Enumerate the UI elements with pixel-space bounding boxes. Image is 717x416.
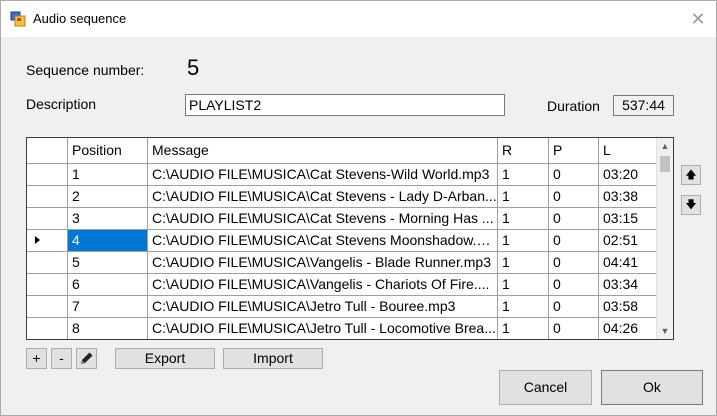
column-header-p[interactable]: P <box>549 138 599 163</box>
row-header-cell[interactable] <box>27 230 68 251</box>
table-row[interactable]: 8 C:\AUDIO FILE\MUSICA\Jetro Tull - Locom… <box>27 318 658 339</box>
cell-position[interactable]: 8 <box>68 318 148 339</box>
table-row[interactable]: 5 C:\AUDIO FILE\MUSICA\Vangelis - Blade R… <box>27 252 658 274</box>
cell-message[interactable]: C:\AUDIO FILE\MUSICA\Cat Stevens-Wild Wo… <box>148 164 498 185</box>
pencil-icon <box>78 352 95 370</box>
cell-l[interactable]: 02:51 <box>599 230 658 251</box>
cell-message[interactable]: C:\AUDIO FILE\MUSICA\Jetro Tull - Bouree… <box>148 296 498 317</box>
import-button[interactable]: Import <box>223 348 323 369</box>
cell-l[interactable]: 03:58 <box>599 296 658 317</box>
cell-position[interactable]: 1 <box>68 164 148 185</box>
cell-r[interactable]: 1 <box>498 318 549 339</box>
row-header-cell[interactable] <box>27 296 68 317</box>
row-header-cell[interactable] <box>27 208 68 229</box>
title-bar: Audio sequence ✕ <box>1 1 716 37</box>
cell-r[interactable]: 1 <box>498 164 549 185</box>
cell-r[interactable]: 1 <box>498 230 549 251</box>
cell-p[interactable]: 0 <box>549 296 599 317</box>
cell-l[interactable]: 03:20 <box>599 164 658 185</box>
table-row[interactable]: 4 C:\AUDIO FILE\MUSICA\Cat Stevens Moonsh… <box>27 230 658 252</box>
cell-position[interactable]: 4 <box>68 230 148 251</box>
column-header-message[interactable]: Message <box>148 138 498 163</box>
cell-message[interactable]: C:\AUDIO FILE\MUSICA\Jetro Tull - Locomo… <box>148 318 498 339</box>
column-header-r[interactable]: R <box>498 138 549 163</box>
cell-position[interactable]: 5 <box>68 252 148 273</box>
arrow-up-icon: 🡅 <box>685 169 697 181</box>
row-header-cell[interactable] <box>27 164 68 185</box>
cell-l[interactable]: 03:15 <box>599 208 658 229</box>
grid-vertical-scrollbar[interactable]: ▲ ▼ <box>656 138 673 339</box>
cell-p[interactable]: 0 <box>549 318 599 339</box>
column-header-l[interactable]: L <box>599 138 658 163</box>
scroll-up-icon[interactable]: ▲ <box>657 138 673 154</box>
table-row[interactable]: 1 C:\AUDIO FILE\MUSICA\Cat Stevens-Wild W… <box>27 164 658 186</box>
sequence-number-value: 5 <box>187 55 200 80</box>
cancel-button[interactable]: Cancel <box>499 370 592 405</box>
scroll-thumb[interactable] <box>660 156 670 172</box>
cell-message[interactable]: C:\AUDIO FILE\MUSICA\Cat Stevens - Morni… <box>148 208 498 229</box>
duration-label: Duration <box>547 98 600 114</box>
description-label: Description <box>26 96 97 112</box>
cell-l[interactable]: 04:41 <box>599 252 658 273</box>
move-up-button[interactable]: 🡅 <box>681 165 701 185</box>
row-header-cell[interactable] <box>27 274 68 295</box>
cell-position[interactable]: 7 <box>68 296 148 317</box>
app-window-icon <box>10 11 26 27</box>
cell-message[interactable]: C:\AUDIO FILE\MUSICA\Vangelis - Blade Ru… <box>148 252 498 273</box>
column-header-position[interactable]: Position <box>68 138 148 163</box>
table-row[interactable]: 7 C:\AUDIO FILE\MUSICA\Jetro Tull - Boure… <box>27 296 658 318</box>
row-header-cell[interactable] <box>27 318 68 339</box>
cell-message[interactable]: C:\AUDIO FILE\MUSICA\Cat Stevens Moonsha… <box>148 230 498 251</box>
cell-r[interactable]: 1 <box>498 296 549 317</box>
row-header-cell[interactable] <box>27 186 68 207</box>
row-header-corner <box>27 138 68 163</box>
cell-position[interactable]: 6 <box>68 274 148 295</box>
table-row[interactable]: 6 C:\AUDIO FILE\MUSICA\Vangelis - Chariot… <box>27 274 658 296</box>
row-pointer-icon <box>35 236 40 244</box>
remove-item-button[interactable]: - <box>51 348 72 369</box>
cell-p[interactable]: 0 <box>549 186 599 207</box>
ok-button[interactable]: Ok <box>601 370 703 405</box>
sequence-number-label: Sequence number: <box>26 62 145 78</box>
add-item-button[interactable]: + <box>26 348 47 369</box>
cell-message[interactable]: C:\AUDIO FILE\MUSICA\Vangelis - Chariots… <box>148 274 498 295</box>
scroll-down-icon[interactable]: ▼ <box>657 323 673 339</box>
export-button[interactable]: Export <box>115 348 215 369</box>
window-title: Audio sequence <box>33 11 127 26</box>
edit-item-button[interactable] <box>76 348 97 369</box>
cell-p[interactable]: 0 <box>549 252 599 273</box>
cell-r[interactable]: 1 <box>498 208 549 229</box>
row-header-cell[interactable] <box>27 252 68 273</box>
table-row[interactable]: 3 C:\AUDIO FILE\MUSICA\Cat Stevens - Morn… <box>27 208 658 230</box>
cell-position[interactable]: 2 <box>68 186 148 207</box>
duration-value: 537:44 <box>613 95 674 116</box>
cell-p[interactable]: 0 <box>549 274 599 295</box>
cell-p[interactable]: 0 <box>549 164 599 185</box>
cell-r[interactable]: 1 <box>498 252 549 273</box>
cell-position[interactable]: 3 <box>68 208 148 229</box>
move-down-button[interactable]: 🡇 <box>681 195 701 215</box>
cell-l[interactable]: 03:38 <box>599 186 658 207</box>
cell-message[interactable]: C:\AUDIO FILE\MUSICA\Cat Stevens - Lady … <box>148 186 498 207</box>
cell-p[interactable]: 0 <box>549 230 599 251</box>
description-input[interactable] <box>185 94 505 116</box>
sequence-grid: Position Message R P L 1 C:\AUDIO FILE\MU… <box>26 137 674 340</box>
cell-r[interactable]: 1 <box>498 274 549 295</box>
table-row[interactable]: 2 C:\AUDIO FILE\MUSICA\Cat Stevens - Lady… <box>27 186 658 208</box>
grid-header: Position Message R P L <box>27 138 658 164</box>
cell-r[interactable]: 1 <box>498 186 549 207</box>
cell-p[interactable]: 0 <box>549 208 599 229</box>
close-icon[interactable]: ✕ <box>686 7 710 31</box>
cell-l[interactable]: 03:34 <box>599 274 658 295</box>
cell-l[interactable]: 04:26 <box>599 318 658 339</box>
audio-sequence-dialog: Audio sequence ✕ Sequence number: 5 Desc… <box>0 0 717 416</box>
arrow-down-icon: 🡇 <box>685 199 697 211</box>
